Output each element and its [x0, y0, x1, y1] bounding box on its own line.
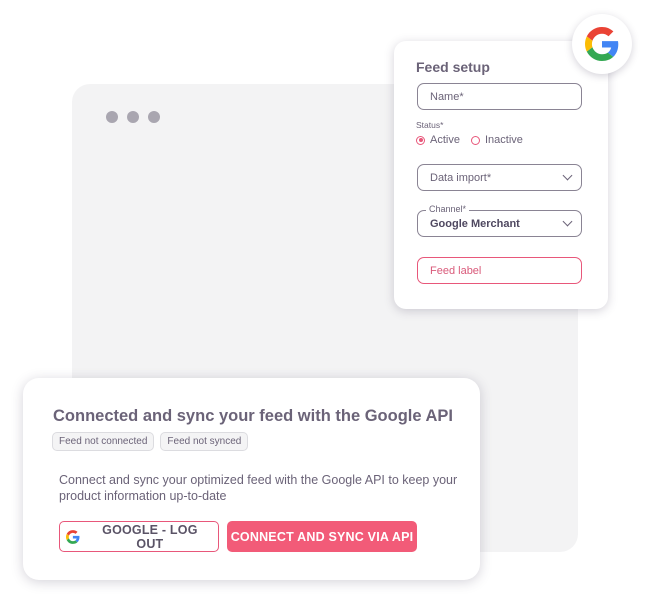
channel-select[interactable]: Channel* Google Merchant	[417, 204, 582, 237]
radio-unchecked-icon[interactable]	[470, 135, 480, 145]
status-option-label: Active	[430, 134, 460, 146]
radio-checked-icon[interactable]	[416, 135, 425, 145]
feed-setup-card: Feed setup Name* Status* Active Inactive…	[394, 41, 608, 309]
name-input[interactable]: Name*	[417, 83, 582, 110]
feed-label-input[interactable]: Feed label	[417, 257, 582, 284]
chevron-down-icon	[562, 170, 573, 181]
connect-title: Connected and sync your feed with the Go…	[53, 407, 454, 425]
chevron-down-icon	[562, 216, 573, 227]
status-option-inactive[interactable]: Inactive	[470, 134, 523, 146]
status-option-active[interactable]: Active	[416, 134, 460, 146]
channel-value: Google Merchant	[430, 217, 520, 230]
data-import-select[interactable]: Data import*	[417, 164, 582, 191]
status-badges: Feed not connected Feed not synced	[52, 432, 249, 451]
status-radio-group: Active Inactive	[416, 134, 534, 146]
window-dot	[148, 111, 160, 123]
window-dot	[106, 111, 118, 123]
status-label: Status*	[416, 120, 444, 130]
status-badge: Feed not synced	[160, 432, 249, 451]
connect-card: Connected and sync your feed with the Go…	[23, 378, 480, 580]
google-logout-button[interactable]: GOOGLE - LOG OUT	[59, 521, 219, 552]
status-badge: Feed not connected	[52, 432, 155, 451]
window-controls	[106, 111, 160, 123]
feed-label-placeholder: Feed label	[430, 264, 482, 277]
google-badge	[572, 14, 632, 74]
google-button-label: GOOGLE - LOG OUT	[102, 522, 198, 551]
channel-label: Channel*	[426, 204, 470, 214]
data-import-placeholder: Data import*	[430, 171, 492, 184]
google-logo-icon	[66, 529, 80, 544]
feed-setup-title: Feed setup	[416, 59, 490, 75]
api-button-label: CONNECT AND SYNC VIA API	[230, 529, 414, 544]
google-logo-icon	[585, 27, 619, 61]
connect-sync-api-button[interactable]: CONNECT AND SYNC VIA API	[227, 521, 417, 552]
window-dot	[127, 111, 139, 123]
name-placeholder: Name*	[430, 90, 464, 103]
connect-description: Connect and sync your optimized feed wit…	[59, 473, 458, 503]
status-option-label: Inactive	[484, 134, 523, 146]
